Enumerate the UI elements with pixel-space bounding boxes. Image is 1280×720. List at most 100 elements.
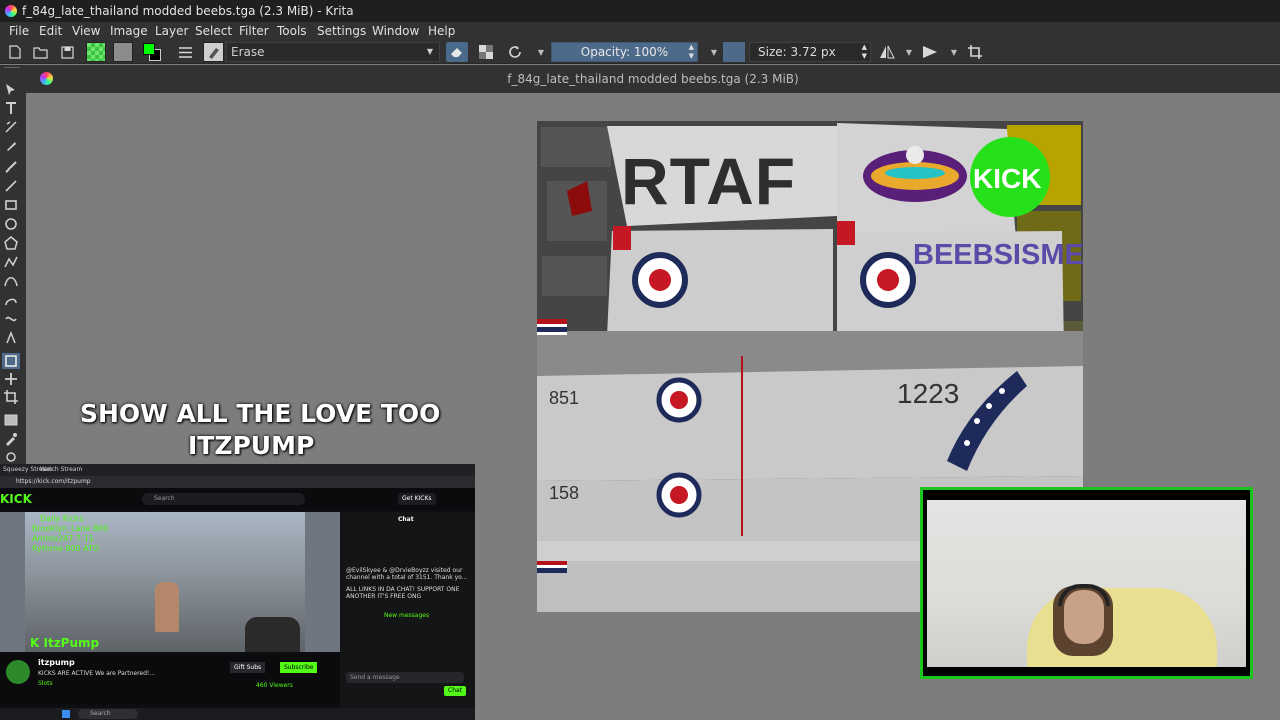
stream-overlay-caption: SHOW ALL THE LOVE TOO ITZPUMP	[80, 398, 450, 462]
freehand-path-icon[interactable]	[4, 293, 18, 307]
stream-status: KICKS ARE ACTIVE We are Partnered!...	[38, 670, 156, 677]
brush-settings-icon[interactable]	[177, 44, 193, 60]
pattern-preset-button[interactable]	[113, 42, 133, 62]
chevron-down-icon[interactable]: ▼	[901, 44, 917, 60]
tail-number-158: 158	[549, 483, 580, 503]
edit-shapes-icon[interactable]	[4, 120, 18, 134]
size-slider[interactable]: Size: 3.72 px ▲ ▼	[749, 42, 871, 62]
menu-tools[interactable]: Tools	[277, 22, 307, 40]
ellipse-tool-icon[interactable]	[4, 217, 18, 231]
rectangle-tool-icon[interactable]	[4, 198, 18, 212]
menu-layer[interactable]: Layer	[155, 22, 188, 40]
wrap-around-icon[interactable]	[967, 44, 983, 60]
chat-panel: Chat @EvilSkyee & @DrvieBoyzz visited ou…	[340, 512, 475, 708]
blend-mode-select[interactable]: Erase ▼	[226, 42, 440, 62]
menu-filter[interactable]: Filter	[239, 22, 269, 40]
eraser-mode-icon[interactable]	[446, 42, 468, 62]
subscribe-button[interactable]: Subscribe	[280, 662, 318, 673]
menu-settings[interactable]: Settings	[317, 22, 366, 40]
menu-window[interactable]: Window	[372, 22, 419, 40]
chat-send-input[interactable]: Send a message	[346, 672, 464, 683]
kick-text: KICK	[973, 163, 1042, 194]
chevron-down-icon[interactable]: ▼	[946, 44, 962, 60]
document-tab-title[interactable]: f_84g_late_thailand modded beebs.tga (2.…	[26, 72, 1280, 86]
brush-preset-icon[interactable]	[203, 42, 224, 62]
reload-preset-icon[interactable]	[507, 44, 523, 60]
select-shapes-icon[interactable]	[4, 83, 18, 97]
gift-subs-button[interactable]: Gift Subs	[230, 662, 266, 673]
save-icon[interactable]	[59, 44, 75, 60]
webcam-overlay	[920, 487, 1253, 679]
mirror-horizontal-icon[interactable]	[879, 44, 895, 60]
mirror-vertical-icon[interactable]	[922, 44, 938, 60]
open-folder-icon[interactable]	[32, 44, 48, 60]
stream-category[interactable]: Slots	[38, 680, 53, 687]
menu-view[interactable]: View	[72, 22, 100, 40]
chevron-down-icon[interactable]: ▼	[533, 44, 549, 60]
multibrush-icon[interactable]	[4, 331, 18, 345]
leaderboard-overlay: Daily Kicks Brooklyn_Lane 800 Ammo247 7-…	[32, 514, 109, 553]
crop-tool-icon[interactable]	[4, 390, 18, 404]
overlay-line-2: ITZPUMP	[188, 431, 315, 460]
size-lock-icon[interactable]	[723, 42, 745, 62]
channel-info: itzpump KICKS ARE ACTIVE We are Partnere…	[0, 654, 340, 704]
spin-arrows-icon[interactable]: ▲ ▼	[862, 43, 867, 61]
browser-address-bar: https://kick.com/itzpump	[0, 476, 475, 488]
polyline-tool-icon[interactable]	[4, 255, 18, 269]
get-kicks-button[interactable]: Get KICKs	[398, 493, 436, 505]
rtaf-text: RTAF	[621, 144, 797, 218]
title-bar: f_84g_late_thailand modded beebs.tga (2.…	[0, 0, 1280, 22]
channel-username[interactable]: itzpump	[38, 658, 75, 667]
gradient-preset-button[interactable]	[86, 42, 106, 62]
polygon-tool-icon[interactable]	[4, 236, 18, 250]
bezier-tool-icon[interactable]	[4, 274, 18, 288]
menu-select[interactable]: Select	[195, 22, 232, 40]
chat-message: ALL LINKS IN DA CHAT! SUPPORT ONE ANOTHE…	[346, 586, 460, 600]
avatar[interactable]	[6, 660, 30, 684]
tail-number-851: 851	[549, 388, 580, 408]
taskbar-search[interactable]: Search	[78, 709, 138, 719]
smart-patch-icon[interactable]	[4, 450, 18, 464]
spin-arrows-icon[interactable]: ▲ ▼	[689, 43, 694, 61]
calligraphy-icon[interactable]	[4, 139, 18, 153]
text-tool-icon[interactable]	[4, 101, 18, 115]
freehand-brush-icon[interactable]	[4, 160, 18, 174]
blend-mode-value: Erase	[231, 45, 265, 59]
menu-help[interactable]: Help	[428, 22, 455, 40]
transform-tool-icon[interactable]	[2, 353, 20, 369]
menu-edit[interactable]: Edit	[39, 22, 62, 40]
foreground-color-swatch[interactable]	[143, 43, 155, 55]
windows-taskbar: Search	[0, 708, 475, 720]
color-picker-icon[interactable]	[4, 432, 18, 446]
webcam-feed	[927, 500, 1246, 667]
chevron-down-icon: ▼	[426, 47, 433, 56]
move-tool-icon[interactable]	[4, 372, 18, 386]
menu-bar: File Edit View Image Layer Select Filter…	[0, 22, 1280, 40]
browser-tab[interactable]: Watch Stream	[40, 466, 82, 473]
window-title: f_84g_late_thailand modded beebs.tga (2.…	[22, 4, 354, 18]
overlay-line-1: SHOW ALL THE LOVE TOO	[80, 399, 441, 428]
video-player[interactable]: Daily Kicks Brooklyn_Lane 800 Ammo247 7-…	[0, 512, 340, 652]
new-document-icon[interactable]	[7, 44, 23, 60]
streamer-facecam	[245, 617, 300, 652]
line-tool-icon[interactable]	[4, 179, 18, 193]
address-url[interactable]: https://kick.com/itzpump	[16, 478, 91, 485]
chat-message: @EvilSkyee & @DrvieBoyzz visited our cha…	[346, 567, 468, 581]
new-messages-label[interactable]: New messages	[384, 612, 429, 619]
kick-search-input[interactable]: Search	[142, 493, 305, 505]
menu-file[interactable]: File	[9, 22, 29, 40]
opacity-slider[interactable]: Opacity: 100% ▲ ▼	[551, 42, 698, 62]
toolbox-handle[interactable]	[4, 67, 20, 76]
kick-header: KICK Search Get KICKs	[0, 488, 475, 510]
color-swatches[interactable]	[142, 42, 164, 62]
viewer-count: 460 Viewers	[256, 682, 293, 689]
chat-send-button[interactable]: Chat	[444, 686, 467, 696]
preserve-alpha-icon[interactable]	[478, 44, 494, 60]
chevron-down-icon[interactable]: ▼	[706, 44, 722, 60]
game-character	[155, 582, 179, 632]
menu-image[interactable]: Image	[110, 22, 148, 40]
windows-start-icon[interactable]	[62, 710, 70, 718]
gradient-tool-icon[interactable]	[4, 413, 18, 427]
dynamic-brush-icon[interactable]	[4, 312, 18, 326]
krita-logo-icon	[5, 5, 17, 17]
